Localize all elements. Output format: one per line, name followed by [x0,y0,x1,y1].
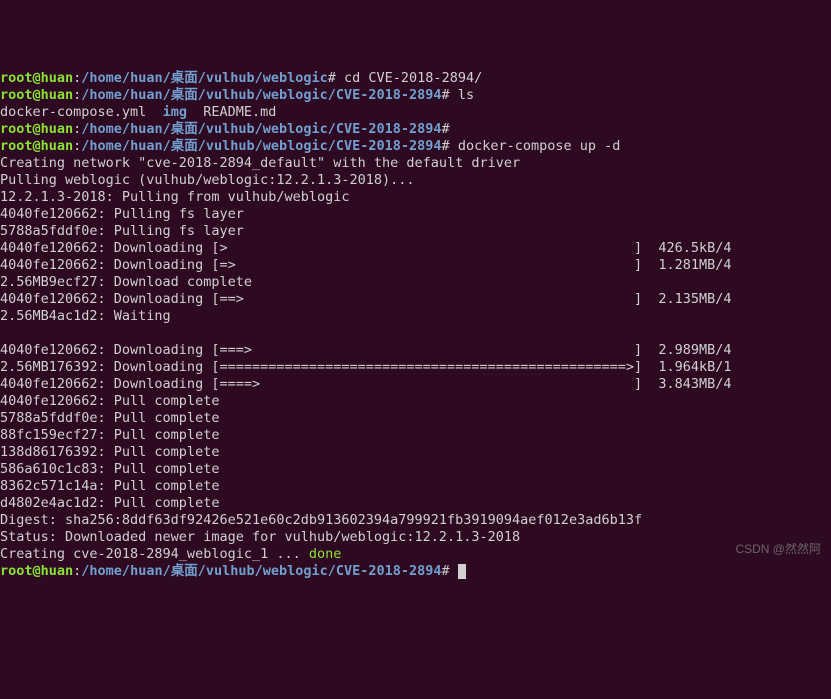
prompt-user: root@huan [0,70,73,86]
output-line: 88fc159ecf27: Pull complete [0,427,219,443]
done-label: done [309,546,342,562]
output-line: 4040fe120662: Pull complete [0,393,219,409]
output-line: Status: Downloaded newer image for vulhu… [0,529,520,545]
dir-img: img [163,104,187,120]
command-ls: ls [458,87,474,103]
output-line: 5788a5fddf0e: Pulling fs layer [0,223,244,239]
output-line: 2.56MB176392: Downloading [=============… [0,359,732,375]
prompt-line: root@huan:/home/huan/桌面/vulhub/weblogic/… [0,138,620,154]
prompt-line: root@huan:/home/huan/桌面/vulhub/weblogic/… [0,87,474,103]
output-line: 4040fe120662: Downloading [=> ] 1.281MB/… [0,257,732,273]
output-line: 4040fe120662: Downloading [===> ] 2.989M… [0,342,732,358]
output-line: 4040fe120662: Downloading [==> ] 2.135MB… [0,291,732,307]
prompt-path: /home/huan/桌面/vulhub/weblogic [81,70,327,86]
command-cd: cd CVE-2018-2894/ [344,70,482,86]
file-readme: README.md [203,104,276,120]
output-line: 4040fe120662: Downloading [====> ] 3.843… [0,376,732,392]
output-line: 2.56MB9ecf27: Download complete [0,274,252,290]
output-line: 2.56MB4ac1d2: Waiting [0,308,171,324]
output-line: d4802e4ac1d2: Pull complete [0,495,219,511]
prompt-line: root@huan:/home/huan/桌面/vulhub/weblogic/… [0,563,466,579]
output-line: 586a610c1c83: Pull complete [0,461,219,477]
output-line: 8362c571c14a: Pull complete [0,478,219,494]
ls-output: docker-compose.yml img README.md [0,104,276,120]
file-yml: docker-compose.yml [0,104,146,120]
cursor[interactable] [458,564,466,579]
output-line: Creating cve-2018-2894_weblogic_1 ... do… [0,546,341,562]
output-line: Pulling weblogic (vulhub/weblogic:12.2.1… [0,172,415,188]
output-line: 12.2.1.3-2018: Pulling from vulhub/weblo… [0,189,350,205]
output-line: 4040fe120662: Pulling fs layer [0,206,244,222]
output-line: Creating network "cve-2018-2894_default"… [0,155,520,171]
output-line: Digest: sha256:8ddf63df92426e521e60c2db9… [0,512,642,528]
watermark: CSDN @然然阿 [735,541,821,558]
terminal-output[interactable]: root@huan:/home/huan/桌面/vulhub/weblogic#… [0,70,831,580]
output-line: 138d86176392: Pull complete [0,444,219,460]
output-line: 5788a5fddf0e: Pull complete [0,410,219,426]
prompt-line: root@huan:/home/huan/桌面/vulhub/weblogic#… [0,70,482,86]
prompt-line: root@huan:/home/huan/桌面/vulhub/weblogic/… [0,121,450,137]
output-line: 4040fe120662: Downloading [> ] 426.5kB/4 [0,240,732,256]
command-docker-compose-up: docker-compose up -d [458,138,621,154]
